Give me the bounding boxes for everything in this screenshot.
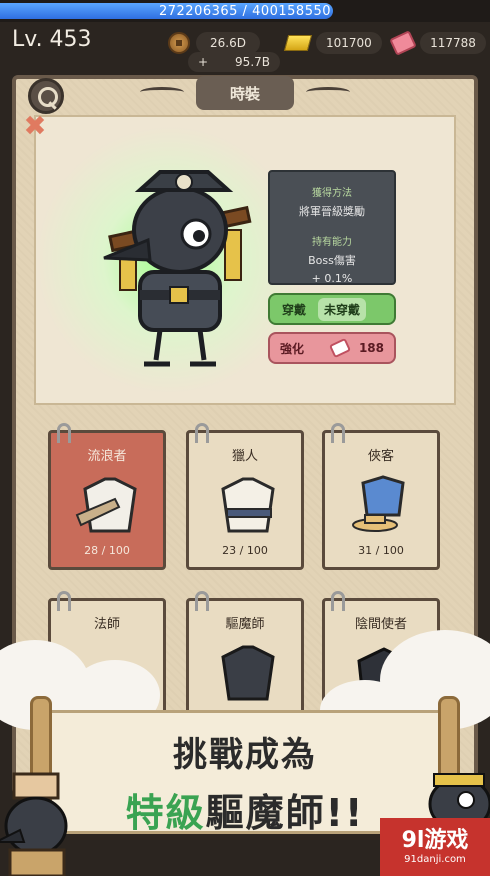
gold-bar-icon [283,35,313,51]
card-count: 23 / 100 [222,544,268,557]
card-name: 俠客 [367,449,394,464]
clip-icon [57,423,71,443]
swirl-decoration-left [140,87,184,97]
robe-icon [75,477,137,533]
ticket-currency[interactable]: 117788 [389,30,486,56]
clip-icon [331,423,345,443]
costume-info-box: 獲得方法 將軍晉級獎勵 持有能力 Boss傷害 + 0.1% [268,170,396,285]
ability-bonus: + 0.1% [311,272,353,285]
ability-label: 持有能力 [312,237,352,248]
card-name: 流浪者 [87,449,127,464]
card-name: 獵人 [231,449,258,464]
card-count: 31 / 100 [358,544,404,557]
clip-icon [57,591,71,611]
gold-value: 101700 [316,32,382,54]
card-count: 28 / 100 [84,544,130,557]
costume-card-ranger[interactable]: 俠客 31 / 100 [322,423,440,570]
banner-line2-dark: 驅魔師!! [205,791,365,835]
unwear-button[interactable]: 未穿戴 [318,297,367,321]
site-watermark: 9l游戏 91danji.com [380,818,490,876]
ticket-icon [328,337,352,359]
costume-card-hunter[interactable]: 獵人 23 / 100 [186,423,304,570]
watermark-url: 91danji.com [404,854,466,865]
enhance-label: 強化 [280,341,305,356]
clip-icon [195,591,209,611]
clip-icon [195,423,209,443]
bonus-value-pill[interactable]: + 95.7B [188,52,280,72]
wear-toggle[interactable]: 穿戴 未穿戴 [268,293,396,325]
enhance-cost: 188 [358,341,384,355]
gold-currency[interactable]: 101700 [283,30,382,56]
player-level: Lv. 453 [12,27,92,52]
magnifier-icon[interactable] [28,78,64,114]
clip-icon [331,591,345,611]
enhance-button[interactable]: 強化 188 [268,332,396,364]
card-name: 驅魔師 [225,617,265,632]
banner-line2-green: 特級 [125,791,206,835]
xp-text: 272206365 / 400158550 [158,4,332,19]
coin-icon [168,32,190,54]
obtain-value: 將軍晉級獎勵 [299,205,365,218]
page-title: 時裝 [196,76,294,110]
ribbon-icon [22,112,48,138]
obtain-label: 獲得方法 [312,188,352,199]
watermark-logo: 9l游戏 [401,828,469,853]
bonus-value: 95.7B [235,55,270,69]
crow-mascot-left [0,772,68,876]
card-name: 陰間使者 [354,617,407,632]
crow-character-image [103,170,252,367]
ticket-value: 117788 [420,32,486,54]
exorcist-robe-icon [221,645,275,701]
hunter-robe-icon [221,477,275,533]
plus-icon: + [198,55,209,69]
ticket-icon [389,30,417,56]
ability-value: Boss傷害 [308,254,356,267]
banner-line1: 挑戰成為 [173,735,317,775]
ranger-outfit-icon [352,475,405,532]
coin-value: 26.6D [196,32,260,54]
costume-card-wanderer[interactable]: 流浪者 28 / 100 [48,423,166,570]
xp-bar: 272206365 / 400158550 [0,0,490,22]
wear-label: 穿戴 [282,302,307,317]
swirl-decoration-right [306,87,350,97]
promo-banner: 挑戰成為 特級驅魔師!! [46,710,444,835]
card-name: 法師 [93,617,120,632]
